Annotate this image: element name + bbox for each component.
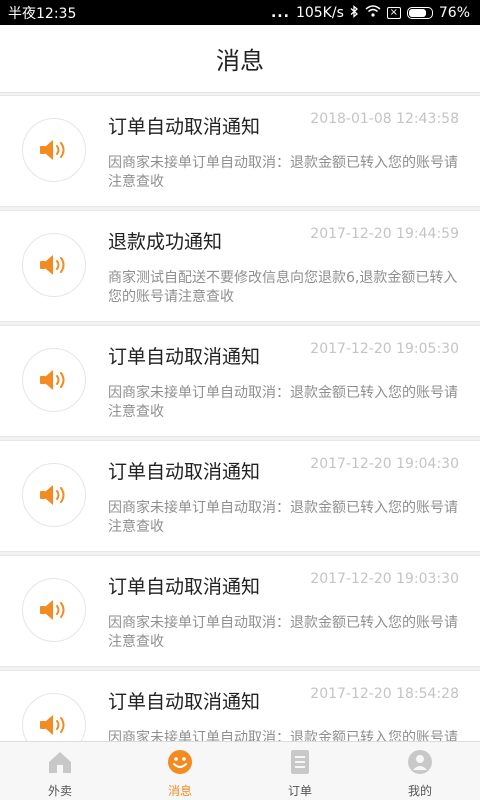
tab-item[interactable]: 消息 [120, 742, 240, 800]
message-body: 因商家未接单订单自动取消：退款金额已转入您的账号请注意查收 [108, 155, 458, 190]
message-title: 订单自动取消通知 [108, 116, 261, 138]
message-item[interactable]: 订单自动取消通知 2017-12-20 19:05:30 因商家未接单订单自动取消：… [0, 325, 480, 437]
person-icon [406, 749, 434, 779]
tab-label: 我的 [407, 784, 432, 798]
page-header: 消息 [0, 25, 480, 93]
message-title: 订单自动取消通知 [108, 346, 261, 368]
wifi-icon [365, 5, 381, 20]
message-body: 商家测试自配送不要修改信息向您退款6,退款金额已转入您的账号请注意查收 [108, 270, 458, 305]
speaker-icon [22, 233, 86, 297]
tab-label: 订单 [287, 784, 312, 798]
message-time: 2018-01-08 12:43:58 [310, 111, 459, 127]
battery-percent: 76% [438, 4, 470, 21]
speaker-icon [22, 463, 86, 527]
document-icon [286, 749, 314, 779]
speaker-icon [22, 578, 86, 642]
message-item[interactable]: 订单自动取消通知 2017-12-20 19:03:30 因商家未接单订单自动取消：… [0, 555, 480, 667]
status-icons: ... 105K/s × 76% [271, 5, 470, 21]
message-item[interactable]: 订单自动取消通知 2017-12-20 19:04:30 因商家未接单订单自动取消：… [0, 440, 480, 552]
tab-item[interactable]: 订单 [240, 742, 360, 800]
message-time: 2017-12-20 19:04:30 [310, 456, 459, 472]
battery-icon [406, 6, 433, 19]
tab-label: 消息 [167, 784, 192, 798]
speaker-icon [22, 118, 86, 182]
message-time: 2017-12-20 19:03:30 [310, 571, 459, 587]
message-item[interactable]: 订单自动取消通知 2017-12-20 18:54:28 因商家未接单订单自动取消：… [0, 670, 480, 741]
page-title: 消息 [216, 47, 264, 75]
message-body: 因商家未接单订单自动取消：退款金额已转入您的账号请注意查收 [108, 385, 458, 420]
status-bar: 半夜12:35 ... 105K/s × 76% [0, 0, 480, 25]
message-title: 订单自动取消通知 [108, 576, 261, 598]
message-item[interactable]: 退款成功通知 2017-12-20 19:44:59 商家测试自配送不要修改信息向您… [0, 210, 480, 322]
bottom-tab-bar: 外卖 消息 订单 我的 [0, 741, 480, 800]
tab-item[interactable]: 外卖 [0, 742, 120, 800]
bluetooth-icon [350, 4, 359, 21]
message-list[interactable]: 订单自动取消通知 2018-01-08 12:43:58 因商家未接单订单自动取消：… [0, 95, 480, 741]
status-time: 半夜12:35 [8, 5, 77, 22]
tab-label: 外卖 [47, 784, 72, 798]
message-title: 退款成功通知 [108, 231, 223, 253]
message-item[interactable]: 订单自动取消通知 2018-01-08 12:43:58 因商家未接单订单自动取消：… [0, 95, 480, 207]
house-icon [46, 749, 74, 779]
more-notifications-indicator: ... [270, 4, 290, 21]
message-body: 因商家未接单订单自动取消：退款金额已转入您的账号请注意查收 [108, 615, 458, 650]
speaker-icon [22, 693, 86, 741]
message-time: 2017-12-20 18:54:28 [310, 686, 459, 702]
tab-item[interactable]: 我的 [360, 742, 480, 800]
message-time: 2017-12-20 19:44:59 [310, 226, 459, 242]
message-title: 订单自动取消通知 [108, 691, 261, 713]
network-speed: 105K/s [295, 4, 344, 21]
message-body: 因商家未接单订单自动取消：退款金额已转入您的账号请注意查收 [108, 500, 458, 535]
smile-icon [166, 749, 194, 779]
message-title: 订单自动取消通知 [108, 461, 261, 483]
speaker-icon [22, 348, 86, 412]
message-time: 2017-12-20 19:05:30 [310, 341, 459, 357]
message-body: 因商家未接单订单自动取消：退款金额已转入您的账号请注意查收 [108, 730, 458, 741]
sim-off-icon: × [386, 6, 401, 19]
